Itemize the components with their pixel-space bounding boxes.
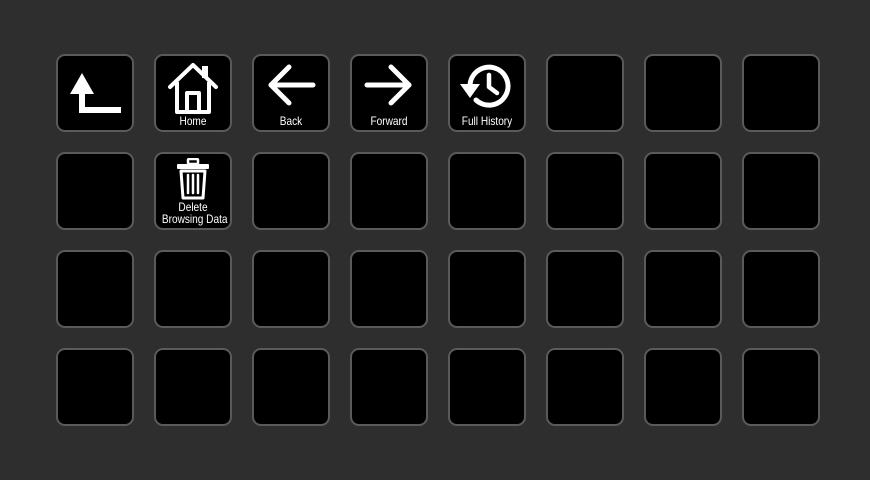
up-arrow-corner-icon xyxy=(58,56,132,130)
empty-key[interactable] xyxy=(644,250,722,328)
forward-label: Forward xyxy=(370,114,408,128)
empty-key[interactable] xyxy=(448,250,526,328)
empty-key[interactable] xyxy=(644,348,722,426)
empty-key[interactable] xyxy=(546,250,624,328)
empty-key[interactable] xyxy=(742,250,820,328)
empty-key[interactable] xyxy=(154,348,232,426)
empty-key[interactable] xyxy=(644,152,722,230)
empty-key[interactable] xyxy=(350,250,428,328)
full-history-key[interactable]: Full History xyxy=(448,54,526,132)
empty-key[interactable] xyxy=(350,348,428,426)
empty-key[interactable] xyxy=(644,54,722,132)
empty-key[interactable] xyxy=(742,152,820,230)
empty-key[interactable] xyxy=(448,152,526,230)
back-key[interactable]: Back xyxy=(252,54,330,132)
empty-key[interactable] xyxy=(56,250,134,328)
delete-browsing-data-label-line2: Browsing Data xyxy=(161,212,228,226)
delete-browsing-data-label: Delete Browsing Data xyxy=(161,201,228,226)
empty-key[interactable] xyxy=(742,348,820,426)
empty-key[interactable] xyxy=(350,152,428,230)
full-history-label: Full History xyxy=(461,114,513,128)
empty-key[interactable] xyxy=(546,54,624,132)
empty-key[interactable] xyxy=(56,152,134,230)
empty-key[interactable] xyxy=(546,348,624,426)
forward-key[interactable]: Forward xyxy=(350,54,428,132)
empty-key[interactable] xyxy=(546,152,624,230)
delete-browsing-data-key[interactable]: Delete Browsing Data xyxy=(154,152,232,230)
home-key[interactable]: Home xyxy=(154,54,232,132)
home-label: Home xyxy=(179,114,207,128)
back-label: Back xyxy=(279,114,303,128)
empty-key[interactable] xyxy=(742,54,820,132)
history-icon xyxy=(450,59,524,113)
empty-key[interactable] xyxy=(252,250,330,328)
arrow-left-icon xyxy=(254,62,328,108)
trash-icon xyxy=(156,158,230,200)
empty-key[interactable] xyxy=(154,250,232,328)
empty-key[interactable] xyxy=(448,348,526,426)
up-folder-key[interactable] xyxy=(56,54,134,132)
key-grid: Home Back Forward Full History Delete Br… xyxy=(56,54,820,426)
home-icon xyxy=(156,59,230,115)
empty-key[interactable] xyxy=(252,152,330,230)
empty-key[interactable] xyxy=(252,348,330,426)
arrow-right-icon xyxy=(352,62,426,108)
empty-key[interactable] xyxy=(56,348,134,426)
